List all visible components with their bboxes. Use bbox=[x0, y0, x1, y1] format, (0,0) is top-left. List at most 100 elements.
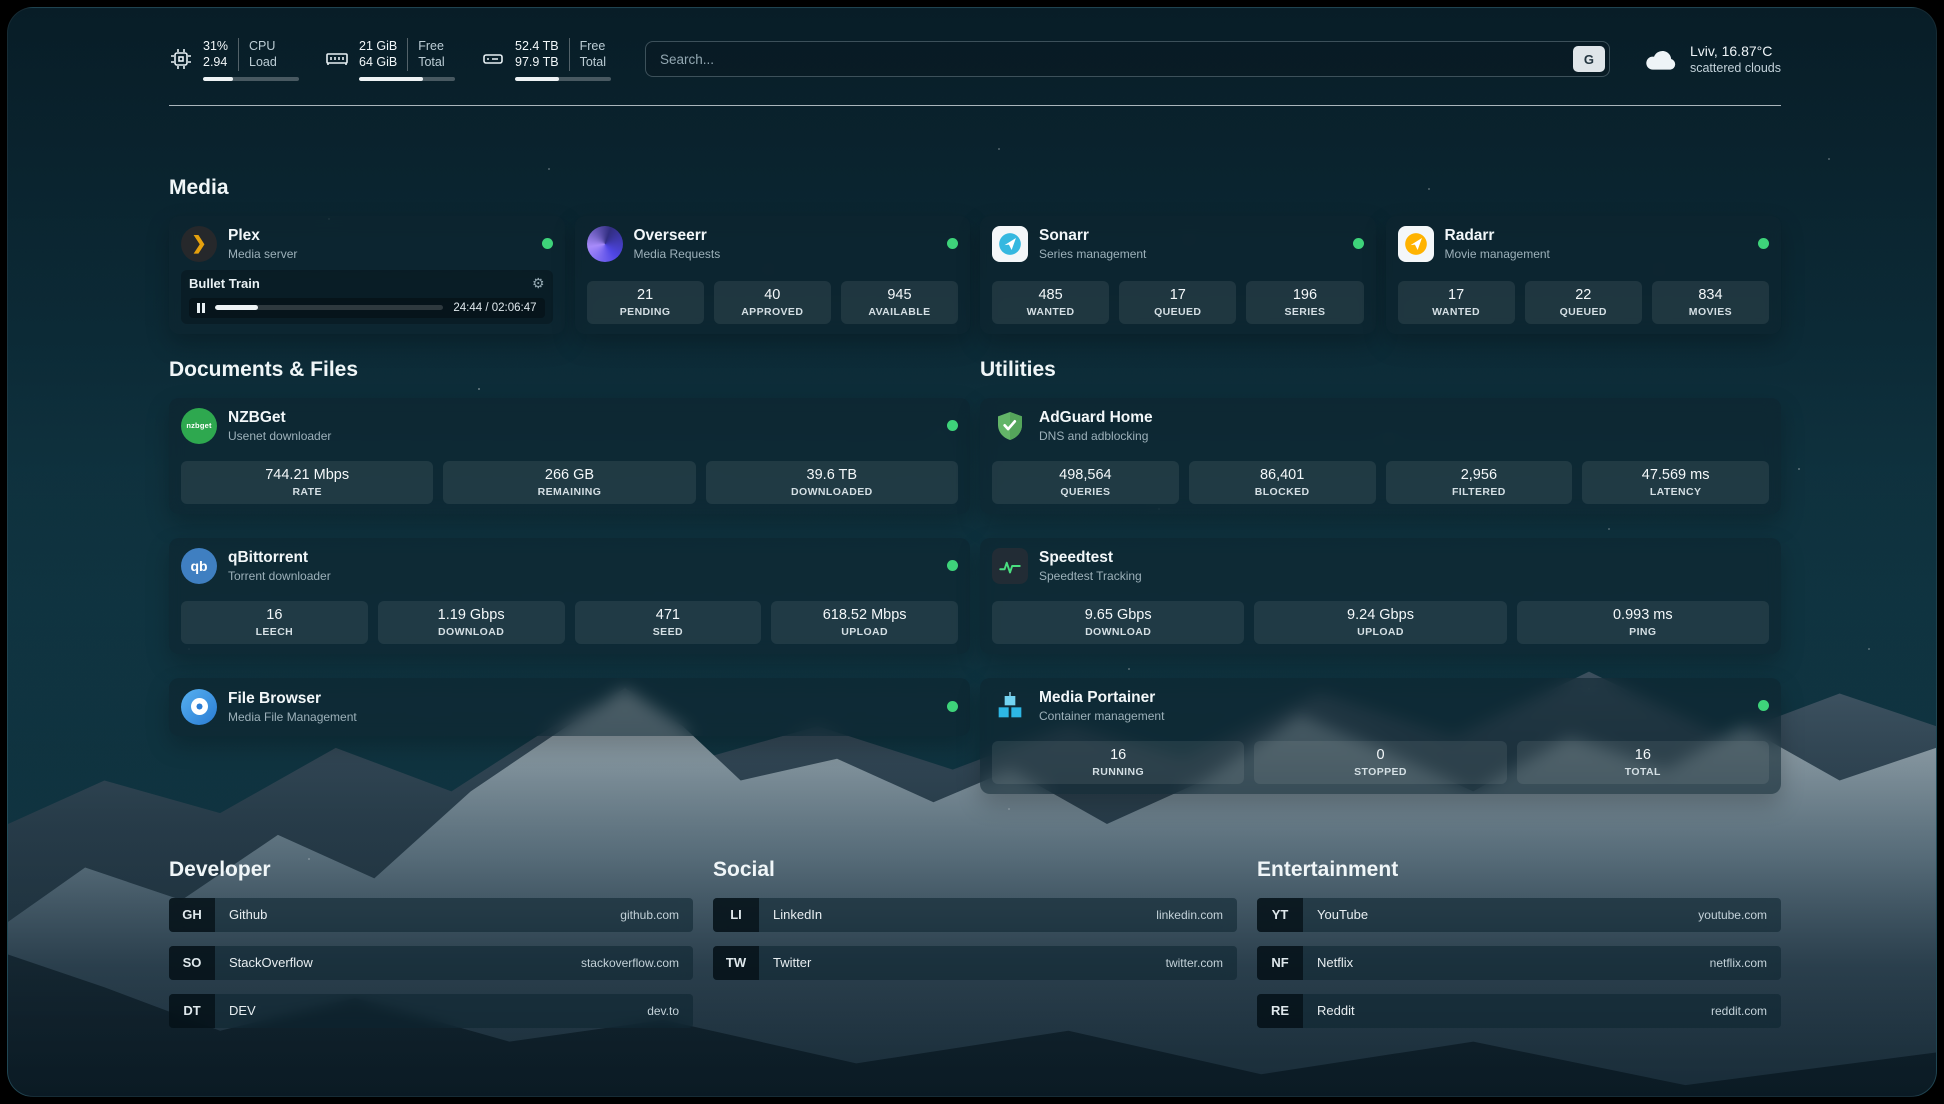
bookmark-item[interactable]: NFNetflixnetflix.com bbox=[1257, 946, 1781, 980]
qbittorrent-card[interactable]: qb qBittorrent Torrent downloader 16LEEC… bbox=[169, 538, 970, 654]
stat-box: 471SEED bbox=[575, 601, 762, 644]
bookmark-abbr: NF bbox=[1257, 946, 1303, 980]
gear-icon[interactable]: ⚙ bbox=[532, 276, 545, 290]
social-bookmarks-section: Social LILinkedInlinkedin.comTWTwittertw… bbox=[713, 858, 1237, 980]
app-subtitle: Movie management bbox=[1445, 247, 1550, 261]
bookmark-item[interactable]: GHGithubgithub.com bbox=[169, 898, 693, 932]
bookmark-item[interactable]: RERedditreddit.com bbox=[1257, 994, 1781, 1028]
header-divider bbox=[169, 105, 1781, 106]
stat-box: 9.24 GbpsUPLOAD bbox=[1254, 601, 1506, 644]
stat-label: SERIES bbox=[1250, 306, 1359, 318]
bookmark-name: Netflix bbox=[1317, 955, 1353, 970]
now-playing-widget: Bullet Train ⚙ 24:44 / 02:06:47 bbox=[181, 270, 553, 324]
utilities-section: Utilities bbox=[980, 358, 1781, 794]
memory-progress-bar bbox=[359, 77, 455, 81]
adguard-card[interactable]: AdGuard Home DNS and adblocking 498,564Q… bbox=[980, 398, 1781, 514]
stat-box: 834MOVIES bbox=[1652, 281, 1769, 324]
qbittorrent-icon: qb bbox=[181, 548, 217, 584]
bookmark-url: linkedin.com bbox=[1156, 908, 1223, 922]
stats-row: 9.65 GbpsDOWNLOAD9.24 GbpsUPLOAD0.993 ms… bbox=[992, 601, 1769, 644]
stat-label: BLOCKED bbox=[1193, 486, 1372, 498]
stat-box: 485WANTED bbox=[992, 281, 1109, 324]
stat-value: 40 bbox=[718, 287, 827, 303]
stat-label: DOWNLOAD bbox=[382, 626, 561, 638]
bookmark-abbr: LI bbox=[713, 898, 759, 932]
nzbget-card[interactable]: nzbget NZBGet Usenet downloader 744.21 M… bbox=[169, 398, 970, 514]
stat-label: LATENCY bbox=[1586, 486, 1765, 498]
stat-value: 86,401 bbox=[1193, 467, 1372, 483]
radarr-card[interactable]: Radarr Movie management 17WANTED22QUEUED… bbox=[1386, 216, 1782, 334]
bookmark-abbr: GH bbox=[169, 898, 215, 932]
bookmark-url: reddit.com bbox=[1711, 1004, 1767, 1018]
stat-value: 16 bbox=[185, 607, 364, 623]
plex-card[interactable]: ❯ Plex Media server Bullet Train ⚙ bbox=[169, 216, 565, 334]
stat-label: QUEUED bbox=[1123, 306, 1232, 318]
stat-label: QUEUED bbox=[1529, 306, 1638, 318]
bookmark-name: DEV bbox=[229, 1003, 256, 1018]
stat-value: 618.52 Mbps bbox=[775, 607, 954, 623]
app-name: AdGuard Home bbox=[1039, 409, 1153, 427]
app-subtitle: Speedtest Tracking bbox=[1039, 569, 1142, 583]
media-section: Media ❯ Plex Media server Bullet Tr bbox=[169, 176, 1781, 334]
playback-progress-track[interactable] bbox=[215, 305, 443, 310]
app-name: File Browser bbox=[228, 690, 357, 708]
stat-box: 39.6 TBDOWNLOADED bbox=[706, 461, 958, 504]
search-engine-button[interactable]: G bbox=[1573, 46, 1605, 72]
bookmark-abbr: TW bbox=[713, 946, 759, 980]
status-dot bbox=[947, 238, 958, 249]
weather-location-temp: Lviv, 16.87°C bbox=[1690, 43, 1781, 59]
developer-section-title: Developer bbox=[169, 858, 693, 882]
stat-value: 22 bbox=[1529, 287, 1638, 303]
bookmark-item[interactable]: SOStackOverflowstackoverflow.com bbox=[169, 946, 693, 980]
stats-row: 498,564QUERIES86,401BLOCKED2,956FILTERED… bbox=[992, 461, 1769, 504]
stat-value: 21 bbox=[591, 287, 700, 303]
sonarr-card[interactable]: Sonarr Series management 485WANTED17QUEU… bbox=[980, 216, 1376, 334]
now-playing-title: Bullet Train bbox=[189, 276, 260, 291]
storage-free: 52.4 TB bbox=[515, 38, 559, 54]
app-name: NZBGet bbox=[228, 409, 331, 427]
pause-button[interactable] bbox=[197, 303, 205, 313]
radarr-icon bbox=[1398, 226, 1434, 262]
search-input[interactable] bbox=[645, 41, 1610, 77]
app-name: Media Portainer bbox=[1039, 689, 1164, 707]
stat-value: 0.993 ms bbox=[1521, 607, 1765, 623]
stat-value: 17 bbox=[1402, 287, 1511, 303]
bookmark-item[interactable]: DTDEVdev.to bbox=[169, 994, 693, 1028]
bookmark-abbr: DT bbox=[169, 994, 215, 1028]
portainer-card[interactable]: Media Portainer Container management 16R… bbox=[980, 678, 1781, 794]
stat-box: 17WANTED bbox=[1398, 281, 1515, 324]
stat-value: 471 bbox=[579, 607, 758, 623]
stat-label: MOVIES bbox=[1656, 306, 1765, 318]
stat-value: 0 bbox=[1258, 747, 1502, 763]
stat-box: 22 QUEUED bbox=[1525, 281, 1642, 324]
stat-label: PENDING bbox=[591, 306, 700, 318]
stat-value: 16 bbox=[996, 747, 1240, 763]
stat-label: UPLOAD bbox=[775, 626, 954, 638]
bookmark-item[interactable]: LILinkedInlinkedin.com bbox=[713, 898, 1237, 932]
media-section-title: Media bbox=[169, 176, 1781, 200]
status-dot bbox=[947, 701, 958, 712]
bookmark-abbr: SO bbox=[169, 946, 215, 980]
app-name: Overseerr bbox=[634, 227, 721, 245]
stat-label: TOTAL bbox=[1521, 766, 1765, 778]
memory-monitor: 21 GiB 64 GiB Free Total bbox=[325, 38, 455, 81]
speedtest-card[interactable]: Speedtest Speedtest Tracking 9.65 GbpsDO… bbox=[980, 538, 1781, 654]
status-dot bbox=[947, 560, 958, 571]
cloud-icon bbox=[1644, 46, 1678, 72]
app-name: Speedtest bbox=[1039, 549, 1142, 567]
stats-row: 16LEECH1.19 GbpsDOWNLOAD471SEED618.52 Mb… bbox=[181, 601, 958, 644]
overseerr-card[interactable]: Overseerr Media Requests 21PENDING40APPR… bbox=[575, 216, 971, 334]
app-subtitle: Media Requests bbox=[634, 247, 721, 261]
bookmark-item[interactable]: TWTwittertwitter.com bbox=[713, 946, 1237, 980]
filebrowser-card[interactable]: File Browser Media File Management bbox=[169, 678, 970, 736]
stat-label: PING bbox=[1521, 626, 1765, 638]
app-subtitle: Media server bbox=[228, 247, 297, 261]
status-dot bbox=[1758, 700, 1769, 711]
search-bar: G bbox=[645, 41, 1610, 77]
background-snow-specks bbox=[8, 8, 10, 10]
cpu-label-1: CPU bbox=[249, 38, 277, 54]
app-name: qBittorrent bbox=[228, 549, 331, 567]
bookmark-item[interactable]: YTYouTubeyoutube.com bbox=[1257, 898, 1781, 932]
nzbget-icon: nzbget bbox=[181, 408, 217, 444]
stat-label: QUERIES bbox=[996, 486, 1175, 498]
